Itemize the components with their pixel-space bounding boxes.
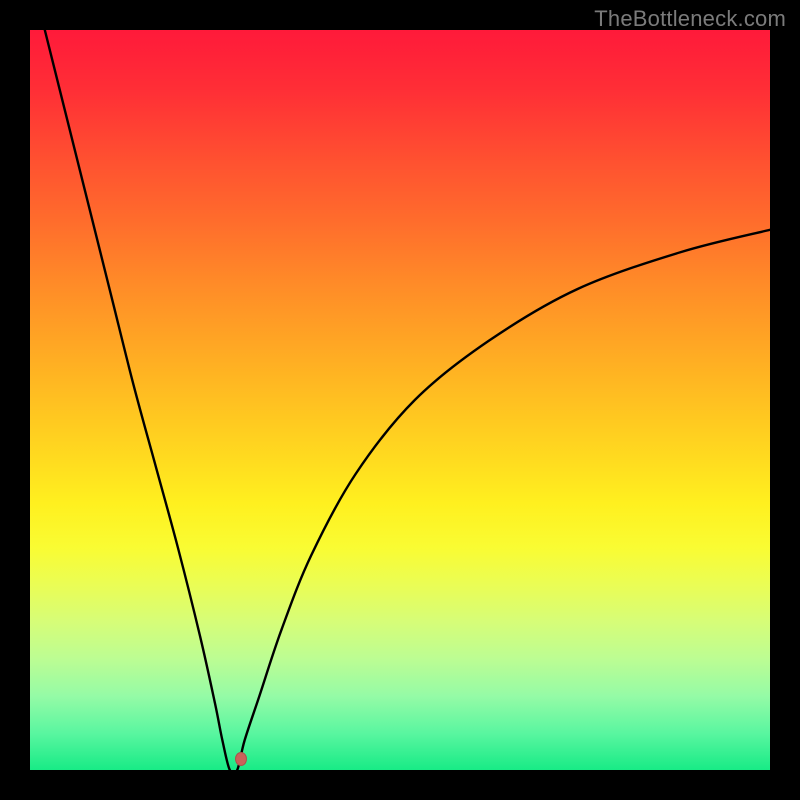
plot-area <box>30 30 770 770</box>
curve-svg <box>30 30 770 770</box>
minimum-marker <box>235 752 247 766</box>
watermark-text: TheBottleneck.com <box>594 6 786 32</box>
bottleneck-curve <box>45 30 770 770</box>
chart-frame: TheBottleneck.com <box>0 0 800 800</box>
